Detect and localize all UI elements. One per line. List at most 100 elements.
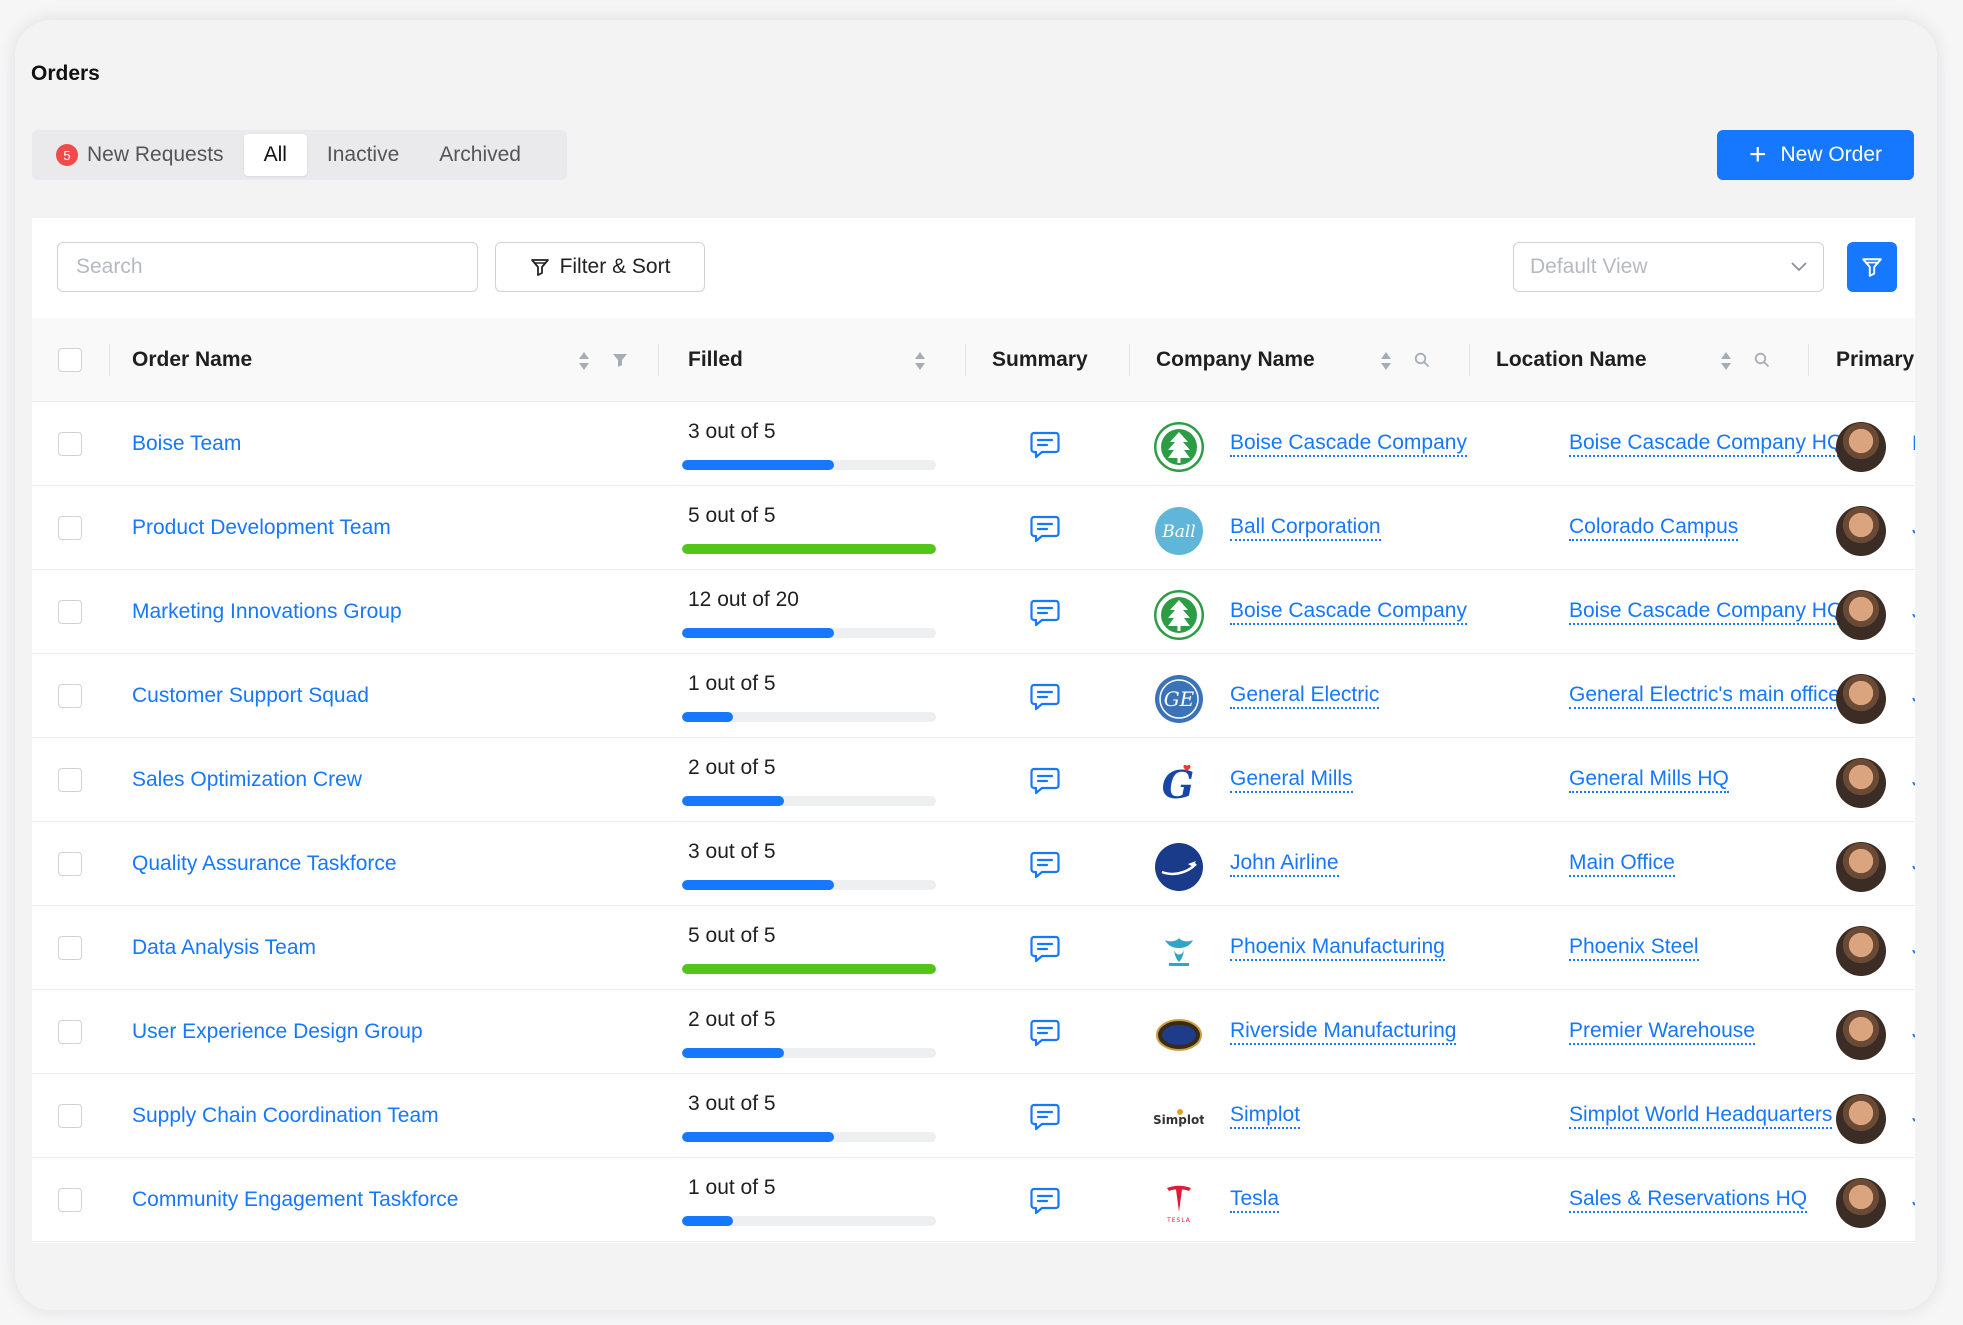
location-link[interactable]: Sales & Reservations HQ [1569,1158,1881,1242]
sort-icon[interactable] [1380,351,1392,371]
message-icon[interactable] [1030,683,1060,711]
primary-contact-link[interactable]: Jo [1912,990,1915,1074]
avatar[interactable] [1836,422,1886,472]
row-checkbox[interactable] [58,1020,82,1044]
tab-archived[interactable]: Archived [419,134,541,176]
row-checkbox[interactable] [58,432,82,456]
header-filled[interactable]: Filled [688,318,743,402]
primary-contact-link[interactable]: Jo [1912,570,1915,654]
row-checkbox[interactable] [58,852,82,876]
sort-icon[interactable] [1720,351,1732,371]
avatar[interactable] [1836,506,1886,556]
company-link[interactable]: Boise Cascade Company [1230,402,1487,486]
company-link[interactable]: John Airline [1230,822,1487,906]
company-link[interactable]: General Mills [1230,738,1487,822]
order-name-link[interactable]: Boise Team [132,402,241,486]
order-name-link[interactable]: Product Development Team [132,486,391,570]
company-link[interactable]: Tesla [1230,1158,1487,1242]
primary-contact-link[interactable]: Jo [1912,486,1915,570]
primary-contact-link[interactable]: Jo [1912,822,1915,906]
message-icon[interactable] [1030,599,1060,627]
primary-contact-link[interactable]: Jo [1912,1158,1915,1242]
table-row[interactable]: Quality Assurance Taskforce 3 out of 5 J… [32,822,1915,906]
table-row[interactable]: Data Analysis Team 5 out of 5 Phoenix Ma… [32,906,1915,990]
header-order-name[interactable]: Order Name [132,318,252,402]
table-row[interactable]: Product Development Team 5 out of 5 Ball… [32,486,1915,570]
avatar[interactable] [1836,1010,1886,1060]
primary-contact-link[interactable]: Jo [1912,654,1915,738]
search-icon[interactable] [1754,352,1770,368]
search-input[interactable] [74,254,454,280]
table-row[interactable]: Community Engagement Taskforce 1 out of … [32,1158,1915,1242]
company-link[interactable]: Simplot [1230,1074,1487,1158]
avatar[interactable] [1836,590,1886,640]
tab-all[interactable]: All [243,134,307,176]
sort-icon[interactable] [578,351,590,371]
primary-contact-link[interactable]: Jo [1912,1074,1915,1158]
company-link[interactable]: Boise Cascade Company [1230,570,1487,654]
order-name-link[interactable]: Community Engagement Taskforce [132,1158,458,1242]
table-row[interactable]: Supply Chain Coordination Team 3 out of … [32,1074,1915,1158]
header-location-name[interactable]: Location Name [1496,318,1647,402]
location-link[interactable]: General Mills HQ [1569,738,1881,822]
company-link[interactable]: Phoenix Manufacturing [1230,906,1487,990]
filter-button[interactable] [1847,242,1897,292]
location-link[interactable]: Boise Cascade Company HQ [1569,570,1881,654]
filter-icon[interactable] [612,352,628,368]
row-checkbox[interactable] [58,684,82,708]
message-icon[interactable] [1030,851,1060,879]
company-link[interactable]: Riverside Manufacturing [1230,990,1487,1074]
order-name-link[interactable]: Data Analysis Team [132,906,316,990]
order-name-link[interactable]: User Experience Design Group [132,990,423,1074]
primary-contact-link[interactable]: Fl [1912,402,1915,486]
new-order-button[interactable]: + New Order [1717,130,1914,180]
location-link[interactable]: General Electric's main office [1569,654,1881,738]
avatar[interactable] [1836,926,1886,976]
location-link[interactable]: Colorado Campus [1569,486,1881,570]
search-field[interactable] [57,242,478,292]
avatar[interactable] [1836,674,1886,724]
message-icon[interactable] [1030,1019,1060,1047]
order-name-link[interactable]: Supply Chain Coordination Team [132,1074,439,1158]
table-row[interactable]: Sales Optimization Crew 2 out of 5 G Gen… [32,738,1915,822]
table-row[interactable]: Customer Support Squad 1 out of 5 GE Gen… [32,654,1915,738]
table-row[interactable]: Marketing Innovations Group 12 out of 20… [32,570,1915,654]
message-icon[interactable] [1030,1103,1060,1131]
avatar[interactable] [1836,1094,1886,1144]
row-checkbox[interactable] [58,1188,82,1212]
sort-icon[interactable] [914,351,926,371]
avatar[interactable] [1836,842,1886,892]
message-icon[interactable] [1030,767,1060,795]
avatar[interactable] [1836,1178,1886,1228]
header-company-name[interactable]: Company Name [1156,318,1315,402]
message-icon[interactable] [1030,1187,1060,1215]
row-checkbox[interactable] [58,936,82,960]
message-icon[interactable] [1030,935,1060,963]
company-link[interactable]: General Electric [1230,654,1487,738]
order-name-link[interactable]: Marketing Innovations Group [132,570,402,654]
message-icon[interactable] [1030,515,1060,543]
primary-contact-link[interactable]: Jo [1912,738,1915,822]
table-row[interactable]: User Experience Design Group 2 out of 5 … [32,990,1915,1074]
avatar[interactable] [1836,758,1886,808]
row-checkbox[interactable] [58,1104,82,1128]
location-link[interactable]: Simplot World Headquarters [1569,1074,1881,1158]
location-link[interactable]: Boise Cascade Company HQ [1569,402,1881,486]
row-checkbox[interactable] [58,516,82,540]
location-link[interactable]: Main Office [1569,822,1881,906]
row-checkbox[interactable] [58,600,82,624]
primary-contact-link[interactable]: Jo [1912,906,1915,990]
order-name-link[interactable]: Quality Assurance Taskforce [132,822,397,906]
tab-new-requests[interactable]: 5 New Requests [36,134,244,176]
location-link[interactable]: Premier Warehouse [1569,990,1881,1074]
filter-sort-button[interactable]: Filter & Sort [495,242,705,292]
table-row[interactable]: Boise Team 3 out of 5 Boise Cascade Comp… [32,402,1915,486]
order-name-link[interactable]: Customer Support Squad [132,654,369,738]
view-select[interactable]: Default View [1513,242,1824,292]
order-name-link[interactable]: Sales Optimization Crew [132,738,362,822]
search-icon[interactable] [1414,352,1430,368]
row-checkbox[interactable] [58,768,82,792]
select-all-checkbox[interactable] [58,348,82,372]
message-icon[interactable] [1030,431,1060,459]
company-link[interactable]: Ball Corporation [1230,486,1487,570]
